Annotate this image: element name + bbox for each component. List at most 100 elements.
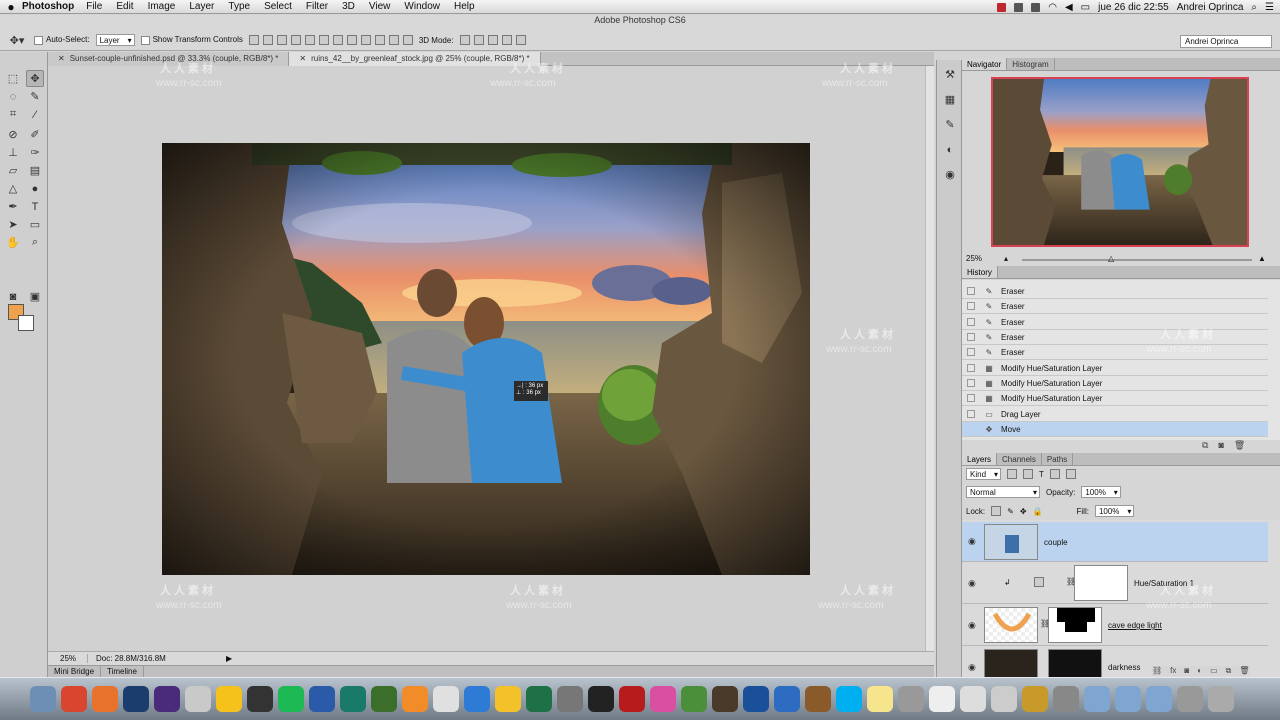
layer-row-cave-edge-light[interactable]: ◉ ⛓ cave edge light bbox=[962, 604, 1268, 646]
lock-all-icon[interactable]: 🔒 bbox=[1033, 507, 1043, 516]
shape-tool-icon[interactable]: ▭ bbox=[26, 216, 44, 233]
dock-icon-firefox[interactable] bbox=[92, 686, 118, 712]
apple-menu-icon[interactable]: ● bbox=[0, 0, 22, 14]
trash-icon[interactable]: 🗑 bbox=[1239, 666, 1249, 676]
align-bottom-icon[interactable] bbox=[276, 35, 287, 45]
lock-paint-icon[interactable]: ✎ bbox=[1007, 507, 1014, 516]
distribute-right-icon[interactable] bbox=[402, 35, 413, 45]
gradient-tool-icon[interactable]: ▤ bbox=[26, 162, 44, 179]
battery-icon[interactable]: ▭ bbox=[1081, 2, 1090, 13]
transform-controls-checkbox[interactable]: Show Transform Controls bbox=[140, 35, 243, 45]
history-item[interactable]: ▦ Modify Hue/Saturation Layer bbox=[962, 361, 1268, 376]
auto-select-checkbox[interactable]: Auto-Select: bbox=[34, 35, 90, 45]
adjustment-layer-icon[interactable]: ◐ bbox=[1197, 666, 1202, 676]
tab-histogram[interactable]: Histogram bbox=[1007, 58, 1055, 70]
history-item[interactable]: ✎ Eraser bbox=[962, 330, 1268, 345]
dock-icon-trash[interactable] bbox=[1208, 686, 1234, 712]
quick-select-tool-icon[interactable]: ✎ bbox=[26, 88, 44, 105]
fill-field[interactable]: 100% bbox=[1094, 505, 1135, 517]
wifi-icon[interactable]: ◠ bbox=[1048, 2, 1057, 13]
screen-mode-icon[interactable]: ▣ bbox=[26, 288, 44, 305]
tab-channels[interactable]: Channels bbox=[997, 453, 1042, 465]
align-top-icon[interactable] bbox=[248, 35, 259, 45]
dock-icon-safari[interactable] bbox=[464, 686, 490, 712]
kind-filter[interactable]: Kind bbox=[966, 468, 1002, 480]
eyedropper-tool-icon[interactable]: ⁄ bbox=[26, 106, 44, 123]
add-mask-icon[interactable]: ◙ bbox=[1184, 666, 1189, 676]
new-layer-icon[interactable]: ⧉ bbox=[1226, 666, 1232, 676]
filter-pixel-icon[interactable] bbox=[1007, 469, 1018, 479]
3d-slide-icon[interactable] bbox=[501, 35, 512, 45]
spotlight-icon[interactable]: ⌕ bbox=[1251, 2, 1257, 13]
blend-mode-dropdown[interactable]: Normal bbox=[966, 486, 1040, 498]
menu-file[interactable]: File bbox=[86, 1, 102, 12]
dock-icon-norton[interactable] bbox=[216, 686, 242, 712]
document-canvas[interactable]: →| : 36 px ⊥ : 36 px bbox=[162, 143, 810, 575]
lock-transparent-icon[interactable] bbox=[991, 506, 1002, 516]
eye-icon[interactable]: ◉ bbox=[968, 620, 976, 631]
tab-ruins[interactable]: ✕ ruins_42__by_greenleaf_stock.jpg @ 25% … bbox=[289, 52, 541, 66]
new-group-icon[interactable]: ▭ bbox=[1210, 666, 1218, 676]
history-item[interactable]: ✎ Eraser bbox=[962, 299, 1268, 314]
history-item[interactable]: ✎ Eraser bbox=[962, 345, 1268, 360]
dock-icon-ae[interactable] bbox=[154, 686, 180, 712]
snapshot-icon[interactable]: ◙ bbox=[1218, 440, 1223, 452]
vertical-scrollbar[interactable] bbox=[925, 66, 934, 651]
tab-navigator[interactable]: Navigator bbox=[962, 58, 1008, 70]
dock-icon-utility[interactable] bbox=[557, 686, 583, 712]
history-item[interactable]: ▭ Drag Layer bbox=[962, 407, 1268, 422]
dock-icon-cal[interactable] bbox=[185, 686, 211, 712]
layer-name[interactable]: darkness bbox=[1108, 663, 1140, 672]
menu-type[interactable]: Type bbox=[228, 1, 250, 12]
pen-tool-icon[interactable]: ✒ bbox=[4, 198, 22, 215]
layer-name[interactable]: couple bbox=[1044, 538, 1068, 547]
record-icon[interactable] bbox=[997, 2, 1007, 12]
close-icon[interactable]: ✕ bbox=[299, 54, 306, 63]
filter-type-icon[interactable]: T bbox=[1039, 470, 1044, 479]
menu-help[interactable]: Help bbox=[454, 1, 475, 12]
layer-row-hue-saturation[interactable]: ◉ ↲ ⛓ Hue/Saturation 1 bbox=[962, 562, 1268, 604]
opacity-field[interactable]: 100% bbox=[1081, 486, 1121, 498]
layer-mask-thumbnail[interactable] bbox=[1048, 649, 1102, 677]
tab-mini-bridge[interactable]: Mini Bridge bbox=[48, 666, 102, 677]
filter-adjustment-icon[interactable] bbox=[1023, 469, 1034, 479]
dock-icon-drive[interactable] bbox=[495, 686, 521, 712]
dock-icon-help[interactable] bbox=[1177, 686, 1203, 712]
eye-icon[interactable]: ◉ bbox=[968, 578, 976, 589]
dock-icon-ps[interactable] bbox=[123, 686, 149, 712]
path-select-tool-icon[interactable]: ➤ bbox=[4, 216, 22, 233]
dock-icon-textedit[interactable] bbox=[929, 686, 955, 712]
navigator-zoom-value[interactable]: 25% bbox=[966, 254, 982, 263]
healing-tool-icon[interactable]: ⊘ bbox=[4, 126, 22, 143]
dock-icon-au[interactable] bbox=[340, 686, 366, 712]
tab-timeline[interactable]: Timeline bbox=[101, 666, 144, 677]
menu-window[interactable]: Window bbox=[404, 1, 440, 12]
distribute-middle-icon[interactable] bbox=[346, 35, 357, 45]
clone-stamp-tool-icon[interactable]: ⊥ bbox=[4, 144, 22, 161]
dock-icon-script[interactable] bbox=[960, 686, 986, 712]
layer-mask-thumbnail[interactable] bbox=[1074, 565, 1128, 601]
dock-icon-chrome[interactable] bbox=[61, 686, 87, 712]
tool-presets-icon[interactable]: ⚒ bbox=[941, 66, 959, 83]
brush-panel-icon[interactable]: ✎ bbox=[941, 116, 959, 133]
adjustments-icon[interactable]: ◐ bbox=[941, 141, 959, 158]
dock-icon-folder[interactable] bbox=[1115, 686, 1141, 712]
volume-icon[interactable]: ◀ bbox=[1065, 2, 1073, 13]
swatches-icon[interactable]: ▦ bbox=[941, 91, 959, 108]
doc-size[interactable]: Doc: 28.8M/316.8M bbox=[96, 654, 226, 663]
zoom-tool-icon[interactable]: ⌕ bbox=[26, 234, 44, 251]
status-menu-icon[interactable]: ▶ bbox=[226, 654, 232, 663]
app-menu[interactable]: Photoshop bbox=[22, 1, 74, 12]
dock-icon-usb[interactable] bbox=[1022, 686, 1048, 712]
dock-icon-terminal[interactable] bbox=[588, 686, 614, 712]
dock-icon-filezilla[interactable] bbox=[619, 686, 645, 712]
status-icon[interactable] bbox=[1031, 2, 1041, 12]
navigator-preview[interactable] bbox=[991, 77, 1249, 247]
styles-icon[interactable]: ◉ bbox=[941, 166, 959, 183]
dock-icon-calc[interactable] bbox=[898, 686, 924, 712]
clock[interactable]: jue 26 dic 22:55 bbox=[1098, 2, 1169, 13]
menu-select[interactable]: Select bbox=[264, 1, 292, 12]
menu-image[interactable]: Image bbox=[148, 1, 176, 12]
dock-icon-steam[interactable] bbox=[247, 686, 273, 712]
quick-mask-icon[interactable]: ◙ bbox=[4, 288, 22, 305]
